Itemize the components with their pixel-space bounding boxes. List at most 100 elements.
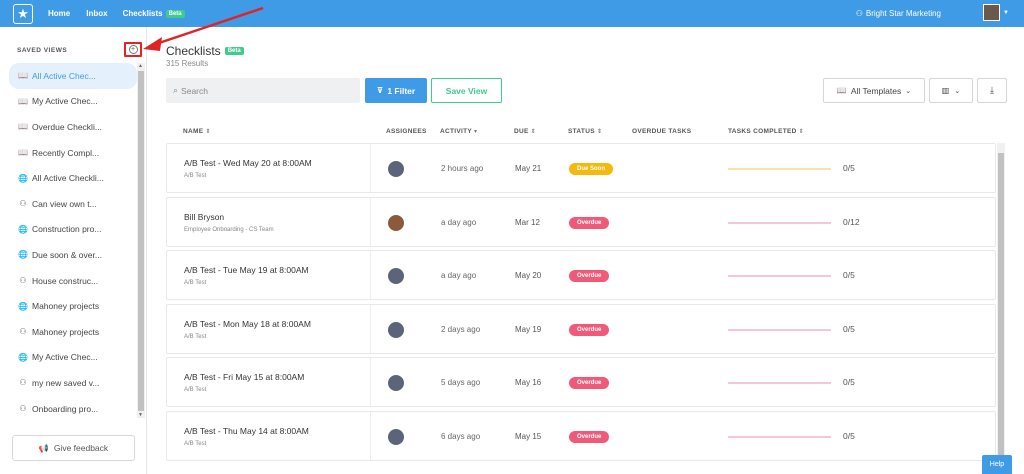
help-button[interactable]: Help	[982, 455, 1012, 474]
saved-view-item[interactable]: 🌐 My Active Chec...	[9, 345, 137, 371]
table-row[interactable]: A/B Test - Thu May 14 at 8:00AM A/B Test 6…	[166, 410, 996, 461]
page-title: Checklists Beta	[166, 44, 244, 58]
column-header-tasks-completed[interactable]: TASKS COMPLETED ⇕	[728, 128, 804, 135]
column-header-label: NAME	[183, 128, 204, 135]
users-icon: ⚇	[855, 9, 863, 18]
saved-view-item[interactable]: ⚇ Onboarding pro...	[9, 396, 137, 422]
assignee-avatar[interactable]	[388, 321, 404, 338]
book-icon: 📖	[18, 148, 28, 158]
checklist-name[interactable]: A/B Test - Wed May 20 at 8:00AM	[184, 158, 312, 168]
saved-view-item[interactable]: ⚇ Can view own t...	[9, 191, 137, 217]
table-row[interactable]: A/B Test - Mon May 18 at 8:00AM A/B Test 2…	[166, 303, 996, 354]
add-saved-view-button[interactable]: +	[124, 42, 142, 57]
book-icon: 📖	[18, 96, 28, 106]
column-header-name[interactable]: NAME ⇕	[183, 128, 211, 135]
download-icon: ⤓	[990, 85, 994, 95]
download-button[interactable]: ⤓	[977, 78, 1007, 103]
save-view-button[interactable]: Save View	[431, 78, 502, 103]
users-icon: ⚇	[19, 276, 27, 286]
nav-checklists[interactable]: Checklists Beta	[123, 9, 185, 18]
globe-icon: 🌐	[18, 250, 28, 260]
table-row[interactable]: A/B Test - Tue May 19 at 8:00AM A/B Test a…	[166, 250, 996, 300]
saved-view-item[interactable]: 🌐 Construction pro...	[9, 217, 137, 243]
nav-home[interactable]: Home	[48, 9, 70, 18]
saved-view-item[interactable]: 📖 Overdue Checkli...	[9, 114, 137, 140]
row-divider	[370, 251, 371, 299]
filter-button[interactable]: ⊽ 1 Filter	[365, 78, 427, 103]
column-header-label: STATUS	[568, 128, 595, 135]
give-feedback-button[interactable]: 📢 Give feedback	[12, 435, 135, 461]
saved-view-item[interactable]: 📖 Recently Compl...	[9, 140, 137, 166]
user-avatar[interactable]	[983, 4, 1000, 21]
column-header-label: DUE	[514, 128, 529, 135]
saved-view-item[interactable]: 🌐 All Active Checkli...	[9, 165, 137, 191]
search-input[interactable]: ⌕ Search	[166, 78, 360, 103]
sort-icon: ⇕	[530, 129, 536, 135]
main-scrollbar[interactable]	[997, 143, 1005, 474]
nav-inbox[interactable]: Inbox	[86, 9, 107, 18]
star-logo-icon[interactable]: ★	[13, 3, 33, 24]
saved-view-label: House construc...	[32, 275, 99, 286]
assignee-avatar[interactable]	[388, 161, 404, 177]
give-feedback-label: Give feedback	[53, 443, 109, 453]
saved-view-item[interactable]: ⚇ my new saved v...	[9, 370, 137, 396]
main-scroll-thumb[interactable]	[998, 153, 1004, 473]
saved-views-list: 📖 All Active Chec... 📖 My Active Chec... 📖 Ov…	[9, 63, 137, 421]
table-row[interactable]: A/B Test - Wed May 20 at 8:00AM A/B Test 2…	[166, 143, 996, 193]
search-placeholder: Search	[181, 85, 208, 96]
saved-view-item[interactable]: 🌐 Mahoney projects	[9, 293, 137, 319]
saved-view-item[interactable]: ⚇ House construc...	[9, 268, 137, 294]
tasks-completed-count: 0/5	[843, 430, 855, 441]
scroll-up-icon[interactable]: ▲	[138, 63, 143, 69]
table-row[interactable]: A/B Test - Fri May 15 at 8:00AM A/B Test 5…	[166, 357, 996, 407]
checklist-name[interactable]: A/B Test - Mon May 18 at 8:00AM	[184, 319, 311, 329]
top-navigation: ★ Home Inbox Checklists Beta ⚇ Bright Sta…	[0, 0, 1024, 27]
columns-button[interactable]: ▥ ⌄	[929, 78, 973, 103]
organization-switcher[interactable]: ⚇ Bright Star Marketing	[856, 9, 941, 18]
scroll-down-icon[interactable]: ▼	[138, 412, 143, 418]
tasks-completed-count: 0/5	[843, 163, 855, 173]
saved-view-item[interactable]: 📖 All Active Chec...	[9, 63, 137, 89]
due-date: Mar 12	[515, 217, 540, 227]
saved-view-item[interactable]: ⚇ Mahoney projects	[9, 319, 137, 345]
table-row[interactable]: Bill Bryson Employee Onboarding - CS Team…	[166, 196, 996, 247]
filter-icon: ⊽	[376, 86, 384, 95]
column-header-status[interactable]: STATUS ⇕	[568, 128, 602, 135]
assignee-avatar[interactable]	[388, 428, 404, 445]
due-date: May 19	[515, 324, 542, 334]
sidebar-scroll-thumb[interactable]	[138, 71, 144, 411]
checklist-name[interactable]: Bill Bryson	[184, 212, 224, 222]
column-header-due[interactable]: DUE ⇕	[514, 128, 536, 135]
due-date: May 16	[515, 378, 542, 387]
book-icon: 📖	[836, 86, 847, 95]
sidebar-scrollbar[interactable]: ▲ ▼	[137, 63, 145, 418]
checklist-name[interactable]: A/B Test - Fri May 15 at 8:00AM	[184, 372, 304, 382]
assignee-avatar[interactable]	[388, 375, 404, 391]
page-title-text: Checklists	[166, 44, 221, 58]
saved-view-label: Mahoney projects	[32, 326, 100, 337]
checklist-name[interactable]: A/B Test - Tue May 19 at 8:00AM	[184, 265, 309, 275]
checklist-name[interactable]: A/B Test - Thu May 14 at 8:00AM	[184, 426, 309, 436]
row-divider	[370, 144, 371, 192]
assignee-avatar[interactable]	[388, 268, 404, 284]
beta-badge: Beta	[165, 9, 185, 18]
status-badge: Overdue	[569, 216, 610, 229]
row-divider	[370, 304, 371, 353]
caret-down-icon[interactable]: ▼	[1003, 10, 1009, 16]
checklist-template: A/B Test	[184, 387, 207, 393]
globe-icon: 🌐	[18, 352, 28, 362]
row-divider	[370, 197, 371, 246]
chevron-down-icon: ⌄	[954, 87, 961, 95]
checklist-template: A/B Test	[184, 333, 207, 340]
column-header-activity[interactable]: ACTIVITY ▾	[440, 128, 477, 135]
assignee-avatar[interactable]	[388, 214, 404, 231]
globe-icon: 🌐	[18, 173, 28, 183]
status-badge: Overdue	[569, 270, 610, 282]
status-badge: Overdue	[569, 377, 610, 389]
saved-view-item[interactable]: 📖 My Active Chec...	[9, 89, 137, 115]
templates-dropdown[interactable]: 📖 All Templates ⌄	[823, 78, 925, 103]
tasks-completed-count: 0/5	[843, 377, 855, 387]
activity-time: 5 days ago	[441, 378, 481, 387]
saved-view-item[interactable]: 🌐 Due soon & over...	[9, 242, 137, 268]
users-icon: ⚇	[19, 199, 27, 209]
